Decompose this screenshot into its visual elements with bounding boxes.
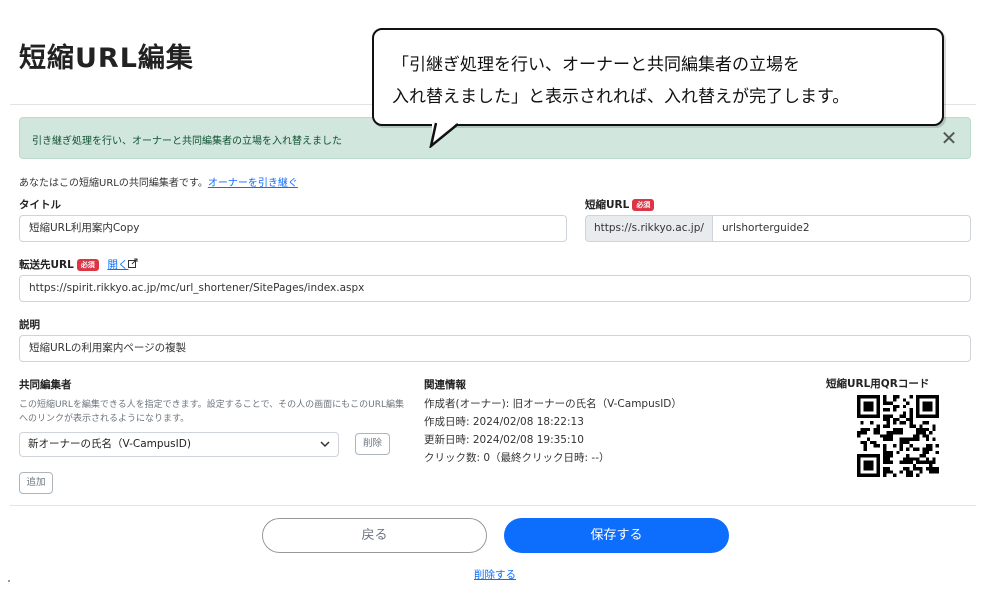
dest-url-label: 転送先URL 必須 開く	[19, 257, 138, 272]
callout-tail	[429, 122, 459, 148]
alert-message: 引き継ぎ処理を行い、オーナーと共同編集者の立場を入れ替えました	[32, 136, 342, 147]
description-input[interactable]: 短縮URLの利用案内ページの複製	[19, 335, 971, 362]
dest-url-label-text: 転送先URL	[19, 259, 74, 271]
qr-label: 短縮URL用QRコード	[826, 378, 930, 390]
back-button[interactable]: 戻る	[262, 518, 487, 553]
updated-info: 更新日時: 2024/02/08 19:35:10	[424, 434, 584, 446]
short-url-label-text: 短縮URL	[585, 199, 630, 211]
add-co-editor-button[interactable]: 追加	[19, 472, 53, 494]
page-title: 短縮URL編集	[19, 43, 194, 74]
title-input[interactable]: 短縮URL利用案内Copy	[19, 215, 567, 242]
required-badge: 必須	[632, 199, 655, 211]
required-badge: 必須	[76, 259, 99, 271]
callout-line-2: 入れ替えました」と表示されれば、入れ替えが完了します。	[392, 87, 850, 107]
related-info-heading: 関連情報	[424, 379, 466, 391]
description-label: 説明	[19, 319, 40, 331]
callout-line-1: 「引継ぎ処理を行い、オーナーと共同編集者の立場を	[392, 55, 800, 75]
delete-co-editor-button[interactable]: 削除	[355, 433, 390, 455]
footer-divider	[10, 505, 976, 506]
external-link-icon[interactable]	[128, 258, 138, 268]
dest-url-input[interactable]: https://spirit.rikkyo.ac.jp/mc/url_short…	[19, 275, 971, 302]
created-info: 作成日時: 2024/02/08 18:22:13	[424, 416, 584, 428]
co-editor-note: あなたはこの短縮URLの共同編集者です。オーナーを引き継ぐ	[19, 174, 298, 189]
co-editor-select[interactable]: 新オーナーの氏名（V-CampusID)	[19, 432, 339, 457]
co-editors-help: この短縮URLを編集できる人を指定できます。設定することで、その人の画面にもこの…	[19, 400, 405, 424]
click-count-info: クリック数: 0（最終クリック日時: --）	[424, 452, 610, 464]
qr-code-image	[857, 395, 939, 477]
co-editor-note-text: あなたはこの短縮URLの共同編集者です。	[19, 178, 208, 189]
take-over-owner-link[interactable]: オーナーを引き継ぐ	[208, 178, 298, 189]
open-dest-link[interactable]: 開く	[107, 259, 128, 271]
co-editor-selected: 新オーナーの氏名（V-CampusID)	[28, 438, 191, 450]
short-url-slug-input[interactable]: urlshorterguide2	[712, 215, 971, 242]
short-url-prefix: https://s.rikkyo.ac.jp/	[585, 215, 712, 242]
title-label: タイトル	[19, 199, 61, 211]
stray-dot	[8, 580, 10, 582]
chevron-down-icon	[320, 433, 330, 465]
delete-link[interactable]: 削除する	[474, 567, 516, 582]
co-editors-heading: 共同編集者	[19, 379, 72, 391]
save-button[interactable]: 保存する	[504, 518, 729, 553]
owner-info: 作成者(オーナー): 旧オーナーの氏名（V-CampusID）	[424, 398, 682, 410]
short-url-label: 短縮URL 必須	[585, 197, 655, 212]
close-icon[interactable]: ✕	[938, 127, 960, 149]
instruction-callout: 「引継ぎ処理を行い、オーナーと共同編集者の立場を 入れ替えました」と表示されれば…	[372, 28, 944, 126]
